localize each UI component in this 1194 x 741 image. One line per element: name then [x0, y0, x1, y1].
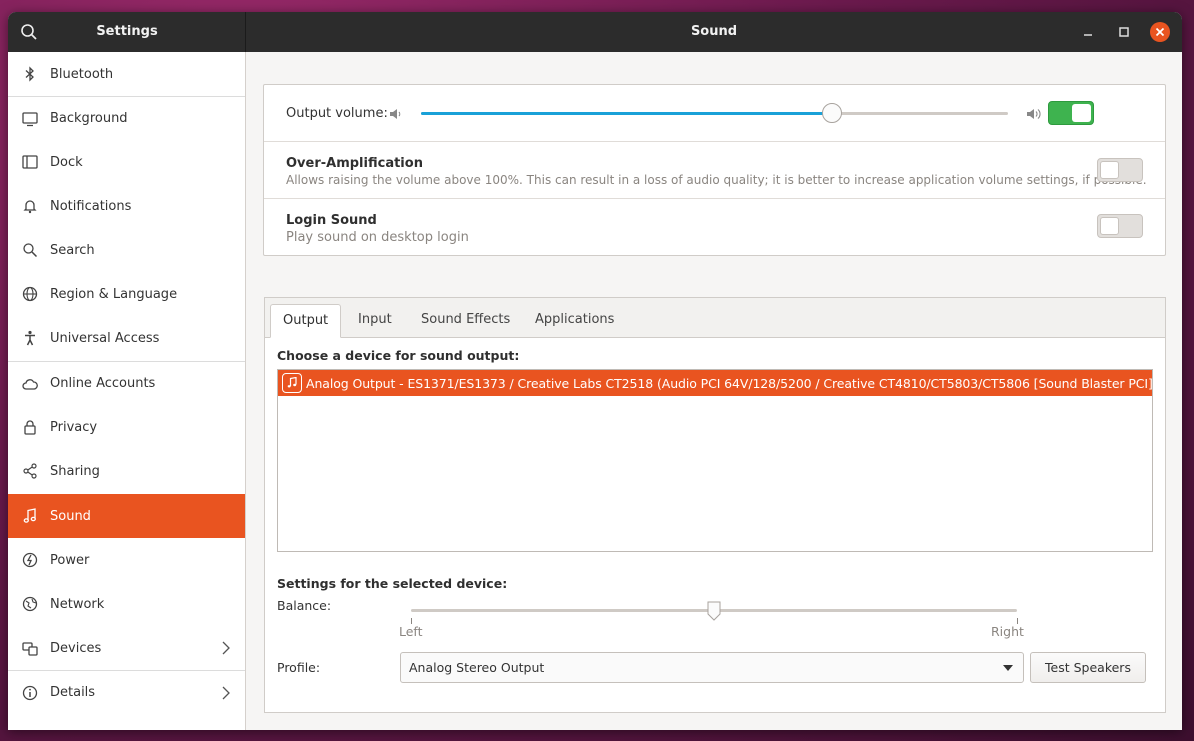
output-volume-toggle[interactable] — [1048, 101, 1094, 125]
accessibility-icon — [25, 330, 35, 346]
speaker-low-icon — [390, 109, 401, 119]
tab-applications[interactable]: Applications — [523, 304, 626, 338]
speaker-high-icon — [1027, 109, 1041, 119]
close-icon[interactable] — [1150, 22, 1170, 42]
share-icon — [23, 463, 37, 479]
output-volume-label: Output volume: — [286, 106, 388, 121]
sidebar-item-privacy[interactable]: Privacy — [8, 405, 245, 449]
chevron-right-icon — [222, 641, 230, 655]
sidebar-item-label: Sound — [50, 508, 91, 524]
balance-left-label: Left — [399, 624, 423, 639]
sidebar-item-label: Online Accounts — [50, 376, 156, 391]
login-sound-row: Login Sound Play sound on desktop login — [264, 199, 1165, 255]
music-note-icon — [23, 508, 36, 523]
devices-icon — [22, 642, 38, 656]
sidebar-item-bluetooth[interactable]: Bluetooth — [8, 52, 245, 96]
device-settings-heading: Settings for the selected device: — [277, 576, 508, 591]
sidebar-item-devices[interactable]: Devices — [8, 626, 245, 670]
over-amplification-row: Over-Amplification Allows raising the vo… — [264, 142, 1165, 199]
sidebar-header: Settings — [8, 12, 246, 52]
output-device-list: Analog Output - ES1371/ES1373 / Creative… — [277, 369, 1153, 552]
sidebar-item-label: Dock — [50, 154, 83, 170]
sidebar-item-label: Privacy — [50, 419, 98, 435]
sidebar-item-dock[interactable]: Dock — [8, 140, 245, 184]
tab-bar: Output Input Sound Effects Applications — [265, 298, 1165, 338]
balance-right-label: Right — [991, 624, 1024, 639]
cloud-icon — [22, 378, 38, 390]
dock-icon — [22, 155, 38, 169]
monitor-icon — [22, 111, 38, 126]
sidebar-item-label: Power — [50, 552, 90, 568]
sidebar-item-label: Network — [50, 596, 105, 612]
sidebar-item-label: Search — [50, 242, 95, 258]
profile-label: Profile: — [277, 660, 321, 675]
sidebar-item-label: Background — [50, 111, 128, 126]
header-bar: Settings Sound — [8, 12, 1182, 52]
sidebar-item-power[interactable]: Power — [8, 538, 245, 582]
output-volume-slider[interactable] — [421, 112, 1008, 115]
sidebar-item-notifications[interactable]: Notifications — [8, 184, 245, 228]
info-icon — [22, 685, 38, 700]
sidebar-item-label: Sharing — [50, 463, 100, 479]
profile-dropdown[interactable]: Analog Stereo Output — [400, 652, 1024, 683]
sidebar-item-details[interactable]: Details — [8, 670, 245, 714]
toggle-knob — [1100, 161, 1119, 179]
globe-icon — [22, 286, 38, 302]
sidebar-item-sound[interactable]: Sound — [8, 494, 245, 538]
tab-output[interactable]: Output — [270, 304, 342, 338]
sidebar-item-label: Bluetooth — [50, 66, 114, 82]
sidebar-item-sharing[interactable]: Sharing — [8, 449, 245, 493]
sidebar-item-universal-access[interactable]: Universal Access — [8, 316, 245, 360]
sidebar-item-background[interactable]: Background — [8, 96, 245, 140]
minimize-icon[interactable] — [1078, 22, 1098, 42]
search-icon — [23, 243, 38, 258]
login-sound-toggle[interactable] — [1097, 214, 1143, 238]
settings-window: Settings Sound Bluetooth Background Dock — [8, 12, 1182, 730]
login-sound-description: Play sound on desktop login — [286, 230, 469, 245]
lock-icon — [24, 420, 36, 435]
output-volume-row: Output volume: — [264, 85, 1165, 142]
tab-sound-effects[interactable]: Sound Effects — [409, 304, 522, 338]
toggle-knob — [1072, 104, 1091, 122]
list-item[interactable]: Analog Output - ES1371/ES1373 / Creative… — [278, 370, 1152, 396]
sidebar-item-label: Region & Language — [50, 286, 178, 302]
sound-panel: Output volume: Over-Amplification Allows… — [246, 52, 1182, 730]
chevron-right-icon — [222, 686, 230, 700]
sidebar: Bluetooth Background Dock Notifications … — [8, 52, 246, 730]
bell-icon — [23, 200, 37, 214]
over-amplification-title: Over-Amplification — [286, 156, 423, 171]
over-amplification-toggle[interactable] — [1097, 158, 1143, 182]
device-tabs-frame: Output Input Sound Effects Applications … — [264, 297, 1166, 713]
volume-level-fill — [421, 112, 832, 115]
chevron-down-icon — [1003, 665, 1013, 671]
sidebar-item-region-language[interactable]: Region & Language — [8, 272, 245, 316]
sidebar-item-label: Details — [50, 685, 96, 700]
network-icon — [22, 596, 38, 612]
profile-value: Analog Stereo Output — [409, 660, 545, 675]
power-icon — [22, 552, 38, 568]
sidebar-item-online-accounts[interactable]: Online Accounts — [8, 361, 245, 405]
sidebar-title: Settings — [96, 24, 158, 39]
sidebar-item-label: Devices — [50, 640, 102, 656]
sidebar-item-network[interactable]: Network — [8, 582, 245, 626]
balance-slider-handle[interactable] — [707, 601, 721, 621]
bluetooth-icon — [25, 66, 34, 82]
volume-slider-handle[interactable] — [821, 103, 842, 123]
choose-device-heading: Choose a device for sound output: — [277, 348, 520, 363]
test-speakers-button[interactable]: Test Speakers — [1030, 652, 1146, 683]
login-sound-title: Login Sound — [286, 213, 377, 228]
sidebar-item-label: Universal Access — [50, 330, 160, 346]
tab-input[interactable]: Input — [346, 304, 404, 338]
toggle-knob — [1100, 217, 1119, 235]
device-name: Analog Output - ES1371/ES1373 / Creative… — [306, 375, 1152, 391]
maximize-icon[interactable] — [1114, 22, 1134, 42]
page-title: Sound — [690, 24, 738, 39]
balance-label: Balance: — [277, 598, 332, 613]
music-note-icon — [282, 373, 302, 393]
over-amplification-description: Allows raising the volume above 100%. Th… — [286, 173, 1147, 187]
volume-settings-frame: Output volume: Over-Amplification Allows… — [263, 84, 1166, 256]
sidebar-item-label: Notifications — [50, 198, 132, 214]
sidebar-item-search[interactable]: Search — [8, 228, 245, 272]
